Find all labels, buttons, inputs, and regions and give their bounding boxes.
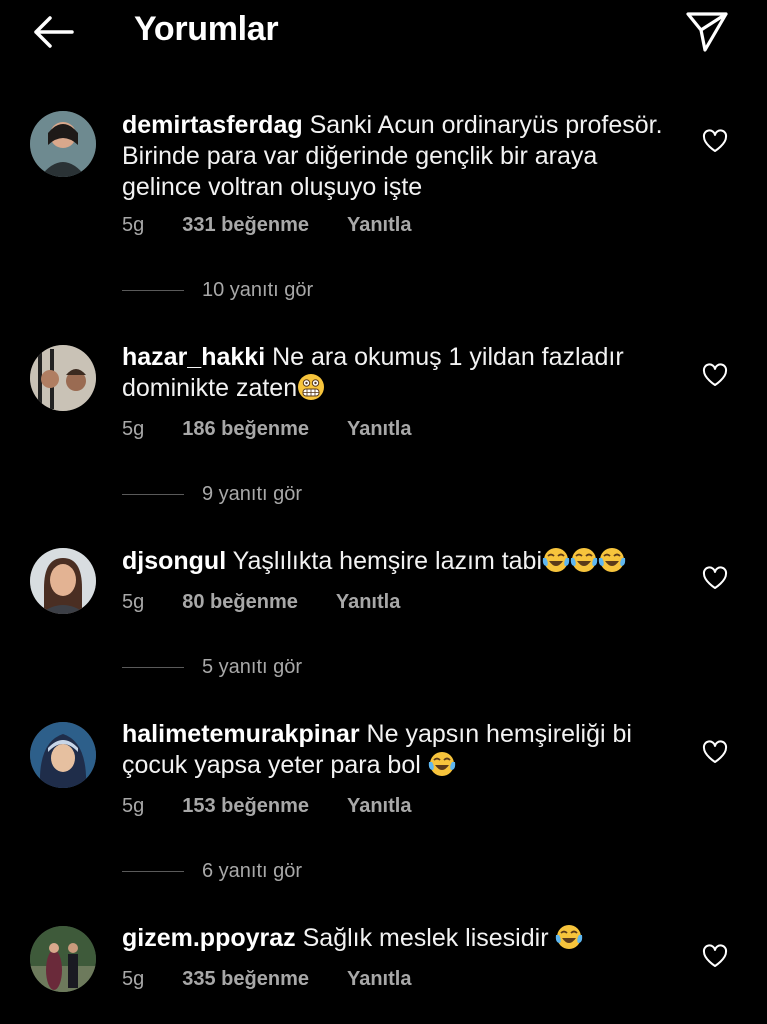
divider-line: [122, 290, 184, 291]
comment-time: 5g: [122, 795, 145, 817]
arrow-left-icon: [34, 16, 74, 48]
comment-username[interactable]: demirtasferdag: [122, 111, 303, 139]
comment-meta: 5g 331 beğenme Yanıtla: [122, 214, 411, 237]
comment-username[interactable]: hazar_hakki: [122, 343, 265, 371]
view-replies-button[interactable]: 9 yanıtı gör: [122, 483, 302, 506]
likes-count[interactable]: 80 beğenme: [182, 591, 298, 614]
divider-line: [122, 494, 184, 495]
comment-username[interactable]: halimetemurakpinar: [122, 720, 360, 748]
avatar[interactable]: [30, 345, 96, 411]
tears-of-joy-icon: [428, 752, 455, 776]
tears-of-joy-icon: [556, 925, 583, 949]
comment-username[interactable]: djsongul: [122, 547, 226, 575]
heart-outline-icon: [702, 129, 728, 152]
comment-body: Sağlık meslek lisesidir: [302, 924, 549, 952]
comment-text: hazar_hakki Ne ara okumuş 1 yildan fazla…: [122, 342, 682, 404]
comment-text: demirtasferdag Sanki Acun ordinaryüs pro…: [122, 110, 682, 203]
comment-time: 5g: [122, 968, 145, 990]
likes-count[interactable]: 335 beğenme: [182, 968, 309, 991]
comment-meta: 5g 153 beğenme Yanıtla: [122, 795, 411, 818]
comment-body: Yaşlılıkta hemşire lazım tabi: [232, 547, 543, 575]
view-replies-button[interactable]: 5 yanıtı gör: [122, 656, 302, 679]
tears-of-joy-icon: [598, 548, 626, 572]
divider-line: [122, 667, 184, 668]
view-replies-label: 5 yanıtı gör: [202, 656, 303, 678]
like-button[interactable]: [702, 363, 728, 387]
comment-meta: 5g 335 beğenme Yanıtla: [122, 968, 411, 991]
reply-button[interactable]: Yanıtla: [347, 214, 411, 237]
comment-text: gizem.ppoyraz Sağlık meslek lisesidir: [122, 923, 682, 954]
comment-text: halimetemurakpinar Ne yapsın hemşireliği…: [122, 719, 682, 781]
comment-time: 5g: [122, 591, 145, 613]
page-title: Yorumlar: [134, 10, 279, 48]
like-button[interactable]: [702, 129, 728, 153]
divider-line: [122, 871, 184, 872]
avatar[interactable]: [30, 722, 96, 788]
grimacing-face-icon: [298, 374, 325, 400]
reply-button[interactable]: Yanıtla: [347, 968, 411, 991]
heart-outline-icon: [702, 740, 728, 763]
avatar[interactable]: [30, 111, 96, 177]
comment-meta: 5g 80 beğenme Yanıtla: [122, 591, 400, 614]
heart-outline-icon: [702, 944, 728, 967]
comment-username[interactable]: gizem.ppoyraz: [122, 924, 296, 952]
view-replies-label: 10 yanıtı gör: [202, 279, 314, 301]
likes-count[interactable]: 331 beğenme: [182, 214, 309, 237]
view-replies-button[interactable]: 6 yanıtı gör: [122, 860, 302, 883]
comment-text: djsongul Yaşlılıkta hemşire lazım tabi: [122, 546, 682, 577]
view-replies-button[interactable]: 10 yanıtı gör: [122, 279, 313, 302]
like-button[interactable]: [702, 740, 728, 764]
tears-of-joy-icon: [542, 548, 570, 572]
comment-time: 5g: [122, 214, 145, 236]
share-button[interactable]: [684, 10, 730, 54]
likes-count[interactable]: 186 beğenme: [182, 418, 309, 441]
back-button[interactable]: [28, 12, 76, 52]
header: Yorumlar: [0, 0, 767, 70]
heart-outline-icon: [702, 363, 728, 386]
heart-outline-icon: [702, 566, 728, 589]
tears-of-joy-icon: [570, 548, 598, 572]
reply-button[interactable]: Yanıtla: [347, 418, 411, 441]
like-button[interactable]: [702, 944, 728, 968]
comment-meta: 5g 186 beğenme Yanıtla: [122, 418, 411, 441]
view-replies-label: 9 yanıtı gör: [202, 483, 303, 505]
reply-button[interactable]: Yanıtla: [336, 591, 400, 614]
paper-plane-icon: [686, 12, 728, 52]
avatar[interactable]: [30, 548, 96, 614]
view-replies-label: 6 yanıtı gör: [202, 860, 303, 882]
reply-button[interactable]: Yanıtla: [347, 795, 411, 818]
likes-count[interactable]: 153 beğenme: [182, 795, 309, 818]
comment-time: 5g: [122, 418, 145, 440]
like-button[interactable]: [702, 566, 728, 590]
avatar[interactable]: [30, 926, 96, 992]
